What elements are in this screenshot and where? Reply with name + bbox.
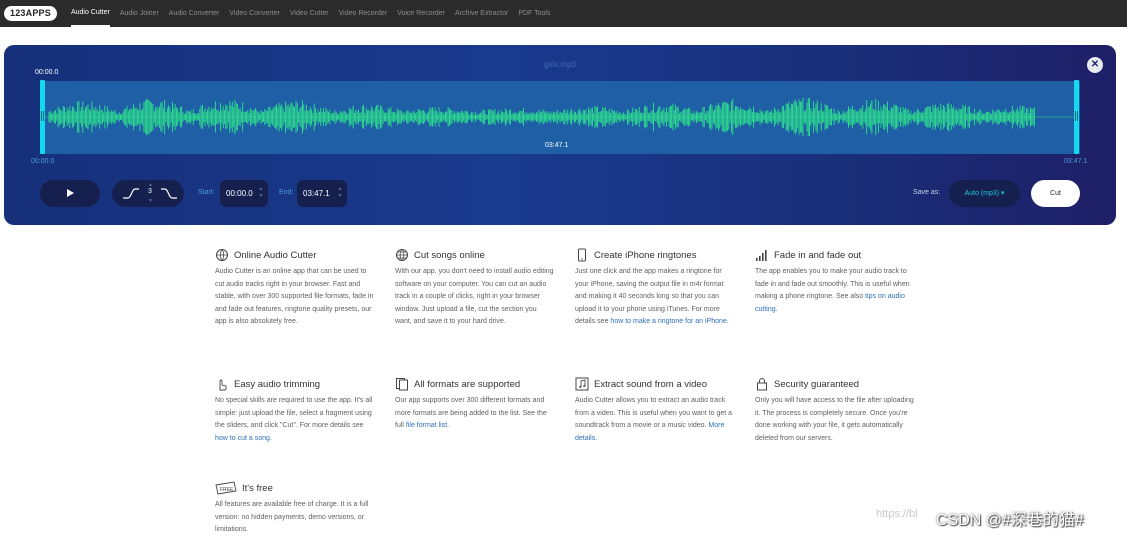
- feature-extract-sound: Extract sound from a video Audio Cutter …: [575, 376, 735, 445]
- grip-icon: [41, 111, 44, 121]
- feature-title: Cut songs online: [414, 249, 485, 261]
- feature-its-free: FREE It's free All features are available…: [215, 480, 375, 537]
- feature-link[interactable]: how to make a ringtone for an iPhone: [610, 318, 726, 325]
- nav-item-archive-extractor[interactable]: Archive Extractor: [455, 0, 508, 27]
- fade-out-icon[interactable]: [160, 187, 178, 200]
- feature-cut-songs-online: Cut songs online With our app, you don't…: [395, 247, 555, 329]
- feature-title: All formats are supported: [414, 378, 521, 390]
- current-time: 00:00.0: [35, 69, 59, 76]
- feature-desc: The app enables you to make your audio t…: [755, 266, 915, 316]
- chevron-down-icon: ▾: [1001, 190, 1005, 197]
- nav-item-audio-cutter[interactable]: Audio Cutter: [70, 0, 110, 27]
- start-slider-handle[interactable]: [40, 80, 45, 154]
- phone-icon: [578, 248, 586, 262]
- audio-editor-panel: gsls.mp3 ✕ 00:00.0 03:47.1 00:00.0 03:47…: [4, 45, 1116, 225]
- range-end-time: 03:47.1: [1064, 158, 1088, 165]
- nav-item-pdf-tools[interactable]: PDF Tools: [518, 0, 550, 27]
- selection-duration: 03:47.1: [545, 142, 569, 149]
- cut-button[interactable]: Cut: [1031, 180, 1080, 207]
- format-label: Auto (mp3): [964, 190, 1000, 197]
- feature-desc: Just one click and the app makes a ringt…: [575, 266, 735, 329]
- end-slider-handle[interactable]: [1074, 80, 1079, 154]
- start-time-value: 00:00.0: [226, 189, 253, 198]
- feature-title: Extract sound from a video: [594, 378, 707, 390]
- nav-item-video-recorder[interactable]: Video Recorder: [339, 0, 388, 27]
- feature-title: Easy audio trimming: [234, 378, 321, 390]
- watermark-csdn: CSDN @#深巷的猫#: [936, 512, 1084, 529]
- feature-title: It's free: [242, 482, 273, 494]
- nav-items: Audio Cutter Audio Joiner Audio Converte…: [70, 0, 561, 27]
- feature-title: Fade in and fade out: [774, 249, 862, 261]
- end-time-input[interactable]: 03:47.1 ▲ ▼: [297, 180, 347, 207]
- signal-bars-icon: [756, 250, 767, 261]
- save-as-label: Save as:: [913, 189, 941, 196]
- start-time-input[interactable]: 00:00.0 ▲ ▼: [220, 180, 268, 207]
- fade-value: 3: [148, 188, 152, 195]
- feature-all-formats-supported: All formats are supported Our app suppor…: [395, 376, 555, 433]
- pointer-hand-icon: [219, 379, 227, 391]
- files-icon: [396, 378, 408, 391]
- feature-fade-in-out: Fade in and fade out The app enables you…: [755, 247, 915, 316]
- top-navbar: 123APPS Audio Cutter Audio Joiner Audio …: [0, 0, 1127, 27]
- globe-hand-icon: [216, 249, 228, 261]
- free-tag-icon: FREE: [215, 481, 237, 495]
- end-stepper-icon[interactable]: ▲ ▼: [337, 186, 343, 200]
- format-dropdown[interactable]: Auto (mp3) ▾: [949, 180, 1020, 207]
- feature-title: Create iPhone ringtones: [594, 249, 697, 261]
- nav-item-voice-recorder[interactable]: Voice Recorder: [397, 0, 445, 27]
- feature-desc-end: .: [775, 305, 778, 313]
- fade-controls: ▲ 3 ▼: [112, 180, 184, 207]
- feature-desc: Audio Cutter is an online app that can b…: [215, 268, 374, 326]
- fade-decrease-icon[interactable]: ▼: [148, 198, 153, 204]
- editor-controls: ▲ 3 ▼ Start: 00:00.0 ▲ ▼ End: 03:47.1 ▲ ▼ …: [4, 180, 1116, 208]
- feature-link[interactable]: file format list: [406, 422, 447, 429]
- lock-icon: [757, 378, 767, 391]
- feature-desc: Only you will have access to the file af…: [755, 397, 914, 442]
- start-stepper-icon[interactable]: ▲ ▼: [258, 186, 264, 200]
- feature-create-iphone-ringtones: Create iPhone ringtones Just one click a…: [575, 247, 735, 329]
- feature-desc: No special skills are required to use th…: [215, 395, 375, 445]
- end-label: End:: [279, 189, 294, 196]
- start-label: Start:: [198, 189, 215, 196]
- waveform-path: [48, 97, 1035, 137]
- feature-desc-end: .: [726, 318, 729, 326]
- close-icon[interactable]: ✕: [1087, 57, 1103, 73]
- watermark-url: https://bl: [876, 508, 918, 520]
- end-time-value: 03:47.1: [303, 189, 330, 198]
- globe-icon: [396, 249, 408, 261]
- music-note-icon: [575, 377, 589, 391]
- svg-text:FREE: FREE: [220, 487, 234, 493]
- feature-desc-text: Just one click and the app makes a ringt…: [575, 268, 724, 326]
- play-icon: [67, 189, 74, 197]
- feature-desc: Audio Cutter allows you to extract an au…: [575, 395, 735, 445]
- feature-online-audio-cutter: Online Audio Cutter Audio Cutter is an o…: [215, 247, 375, 329]
- range-start-time: 00:00.0: [31, 158, 55, 165]
- feature-easy-audio-trimming: Easy audio trimming No special skills ar…: [215, 376, 375, 445]
- nav-item-video-cutter[interactable]: Video Cutter: [290, 0, 329, 27]
- file-name: gsls.mp3: [543, 60, 576, 69]
- feature-desc: With our app, you don't need to install …: [395, 268, 554, 326]
- feature-title: Security guaranteed: [774, 378, 860, 390]
- fade-in-icon[interactable]: [122, 187, 140, 200]
- nav-item-audio-converter[interactable]: Audio Converter: [169, 0, 220, 27]
- feature-link[interactable]: how to cut a song: [215, 435, 270, 442]
- logo[interactable]: 123APPS: [4, 6, 57, 21]
- play-button[interactable]: [40, 180, 100, 207]
- feature-desc-text: No special skills are required to use th…: [215, 397, 373, 430]
- feature-desc-end: .: [595, 434, 598, 442]
- feature-desc: All features are available free of charg…: [215, 501, 369, 534]
- feature-desc-end: .: [447, 422, 450, 430]
- feature-desc-end: .: [269, 434, 272, 442]
- feature-title: Online Audio Cutter: [234, 249, 317, 261]
- nav-item-audio-joiner[interactable]: Audio Joiner: [120, 0, 159, 27]
- grip-icon: [1075, 111, 1078, 121]
- feature-security-guaranteed: Security guaranteed Only you will have a…: [755, 376, 915, 445]
- feature-desc: Our app supports over 300 different form…: [395, 395, 555, 433]
- nav-item-video-converter[interactable]: Video Converter: [229, 0, 279, 27]
